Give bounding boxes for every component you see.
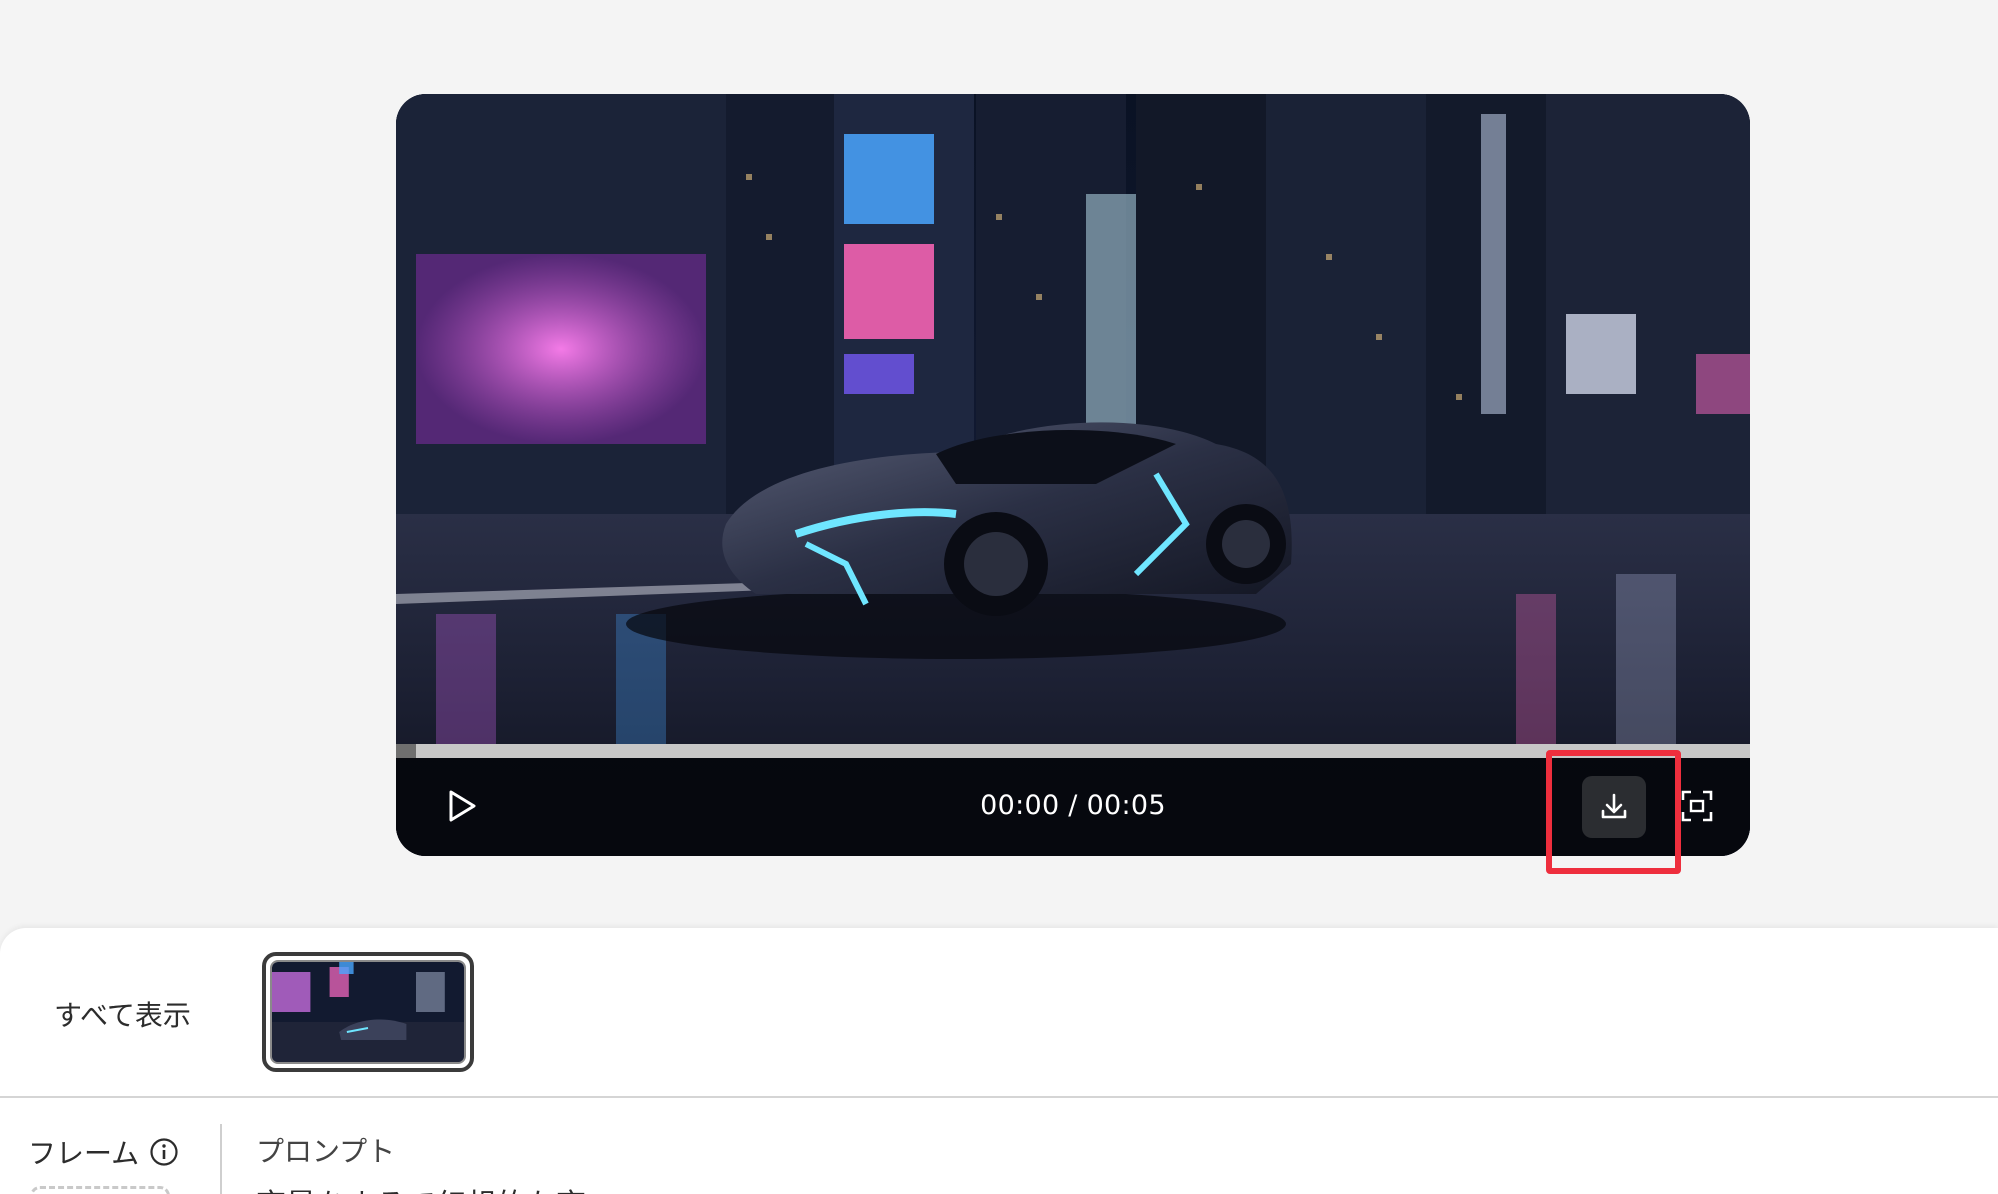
section-divider [220,1124,222,1194]
prompt-text[interactable]: 夜景をまるで幻想的な夜 [256,1180,586,1194]
frame-section-header: フレーム [28,1132,179,1172]
progress-bar[interactable] [396,744,1750,758]
time-display: 00:00 / 00:05 [980,790,1166,821]
thumbnail-image [270,960,466,1064]
progress-fill [396,744,417,758]
app-page: 00:00 / 00:05 すべて表示 フレーム プロンプト [0,0,1998,1194]
video-frame-image [396,94,1750,856]
prompt-label: プロンプト [256,1135,396,1168]
fullscreen-button[interactable] [1676,786,1718,826]
frame-drop-slot[interactable] [30,1186,170,1194]
video-thumbnail[interactable] [262,952,474,1072]
fullscreen-icon [1681,790,1713,822]
frame-label: フレーム [28,1137,140,1170]
show-all-button[interactable]: すべて表示 [54,994,191,1034]
bottom-panel: すべて表示 フレーム プロンプト [0,928,1998,1194]
control-bar: 00:00 / 00:05 [396,758,1750,856]
info-icon[interactable] [149,1137,179,1167]
download-icon [1601,793,1627,819]
download-button[interactable] [1582,776,1646,838]
video-player[interactable]: 00:00 / 00:05 [396,94,1750,856]
panel-divider [0,1096,1998,1098]
